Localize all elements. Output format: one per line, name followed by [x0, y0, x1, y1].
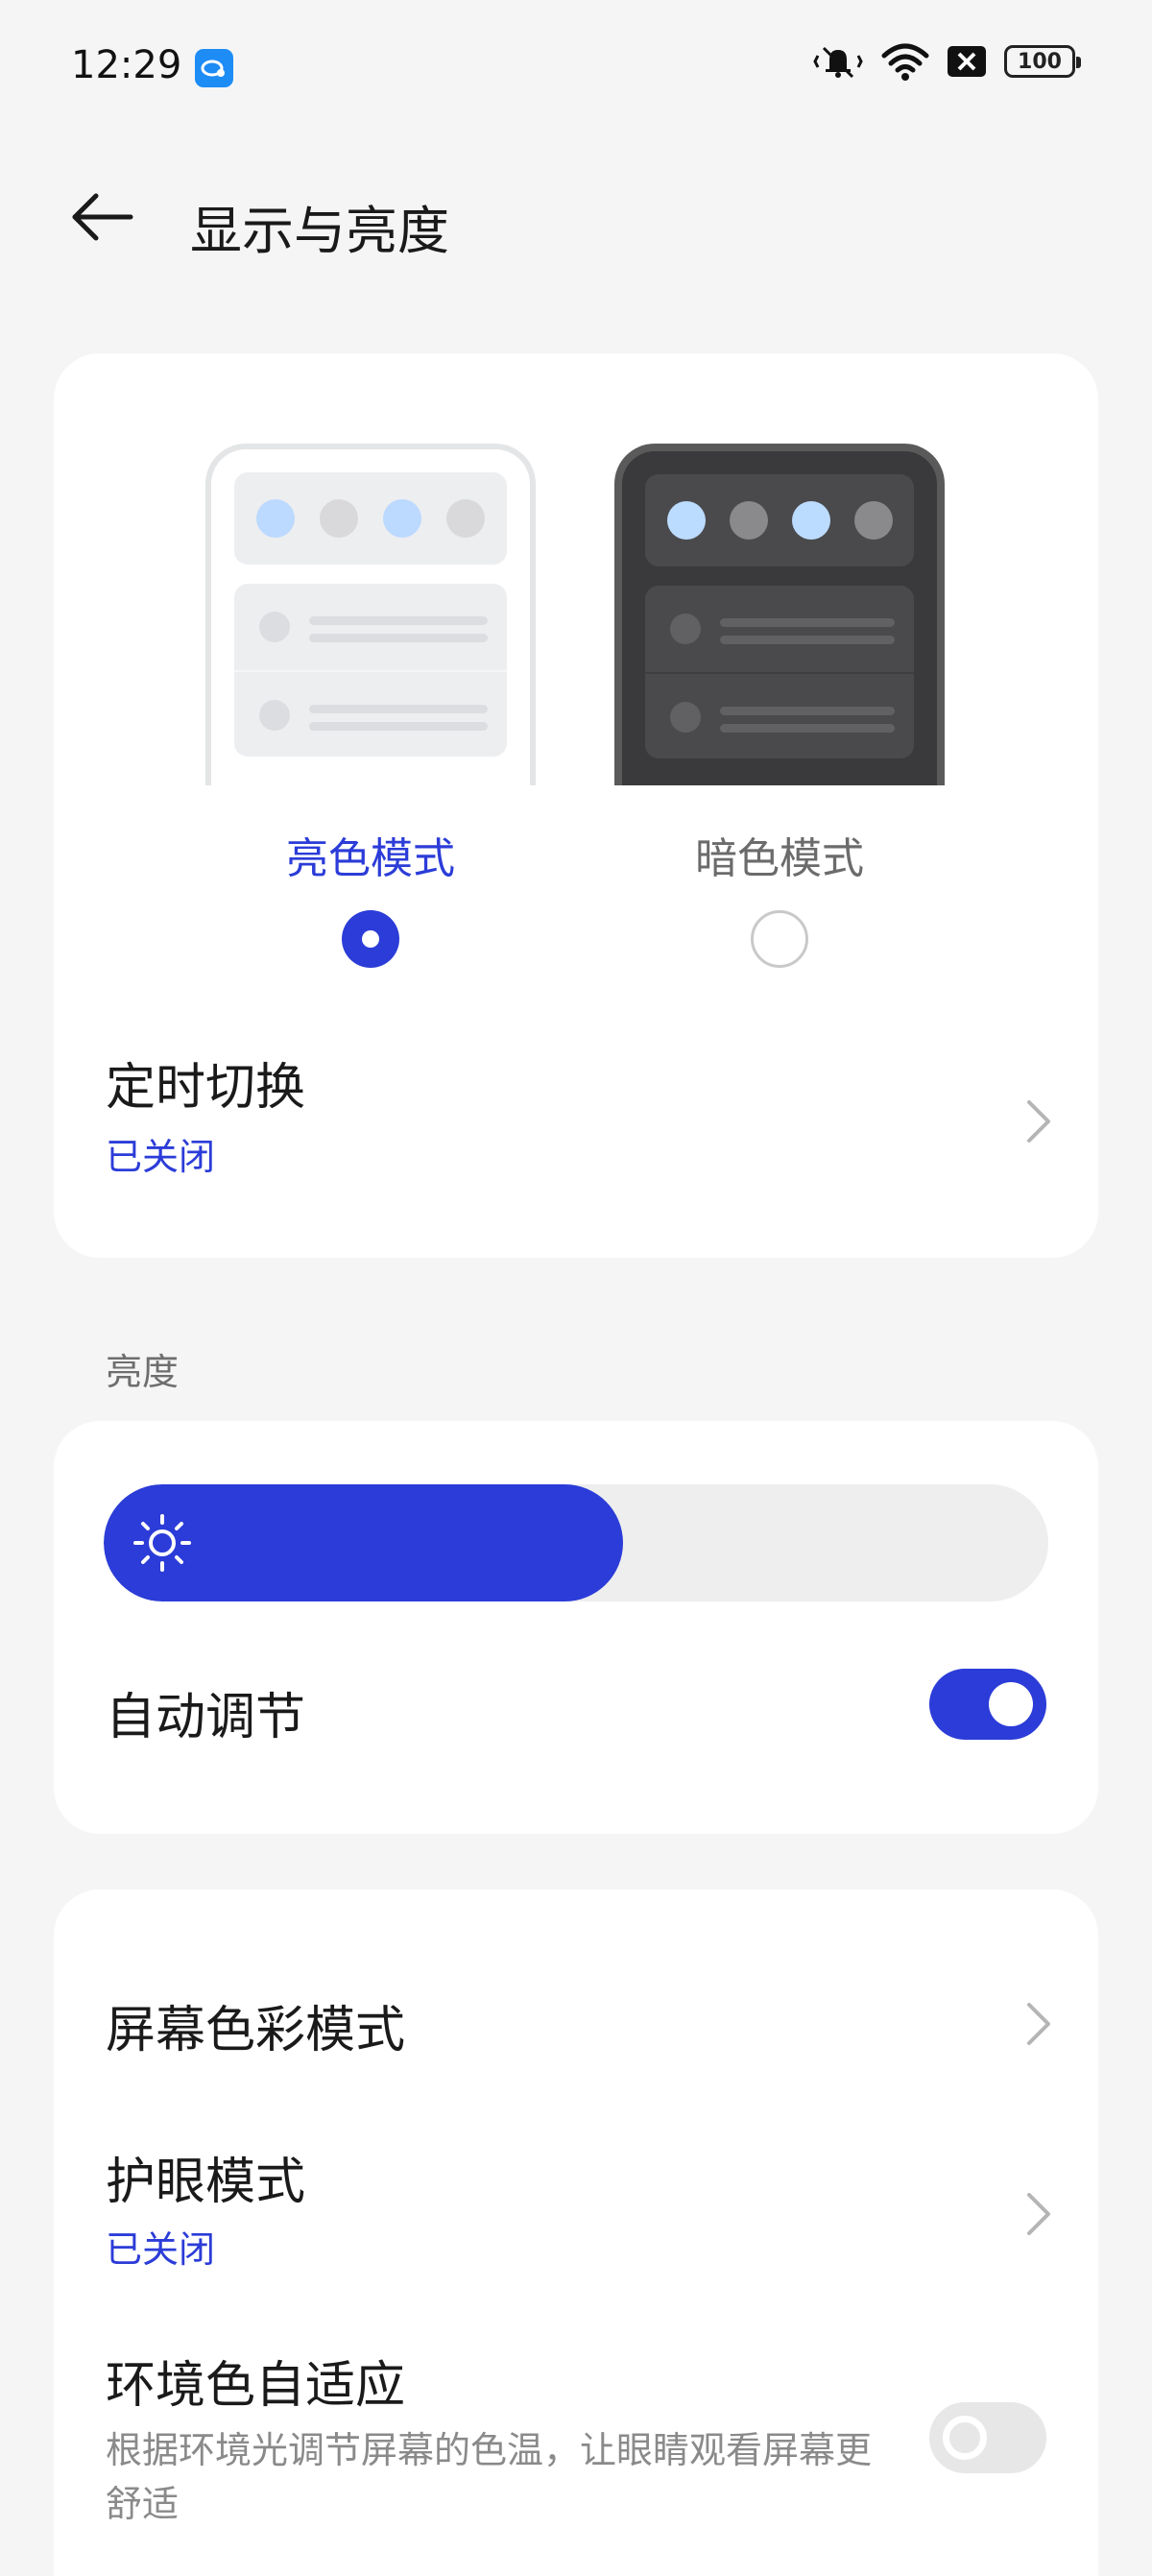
- preview-quick-settings: [645, 474, 914, 566]
- dark-mode-radio[interactable]: [751, 910, 808, 968]
- ambient-adaptive-row: 环境色自适应 根据环境光调节屏幕的色温，让眼睛观看屏幕更舒适: [54, 2322, 1098, 2552]
- brightness-slider[interactable]: [104, 1484, 1048, 1601]
- eye-comfort-status: 已关闭: [106, 2228, 216, 2271]
- preview-list: [645, 586, 914, 758]
- ambient-adaptive-toggle[interactable]: [929, 2402, 1046, 2473]
- preview-list: [234, 584, 507, 757]
- page-title: 显示与亮度: [190, 201, 449, 261]
- theme-card: 亮色模式 暗色模式 定时切换 已关闭: [54, 353, 1098, 1258]
- auto-adjust-toggle[interactable]: [929, 1669, 1046, 1740]
- status-bar: 12:29 100: [0, 0, 1152, 134]
- chevron-right-icon: [1027, 1100, 1050, 1143]
- silent-vibrate-icon: [812, 42, 864, 81]
- color-mode-row[interactable]: 屏幕色彩模式: [54, 1966, 1098, 2082]
- arrow-left-icon: [72, 193, 133, 241]
- app-header: 显示与亮度: [0, 173, 1152, 261]
- app-notification-icon: [195, 49, 233, 87]
- battery-icon: 100: [1004, 45, 1081, 78]
- status-time: 12:29: [71, 43, 182, 87]
- toggle-knob: [989, 1682, 1033, 1726]
- light-mode-preview[interactable]: [205, 444, 536, 785]
- brightness-card: 自动调节: [54, 1421, 1098, 1834]
- sim-error-icon: [947, 44, 987, 79]
- dark-mode-label[interactable]: 暗色模式: [614, 824, 945, 885]
- eye-comfort-title: 护眼模式: [106, 2154, 306, 2211]
- wifi-icon: [881, 42, 929, 81]
- toggle-knob: [943, 2416, 987, 2460]
- display-settings-card: 屏幕色彩模式 护眼模式 已关闭 环境色自适应 根据环境光调节屏幕的色温，让眼睛观…: [54, 1890, 1098, 2576]
- auto-adjust-title: 自动调节: [106, 1689, 306, 1746]
- chevron-right-icon: [1027, 2193, 1050, 2235]
- dark-mode-preview[interactable]: [614, 444, 945, 785]
- color-mode-title: 屏幕色彩模式: [106, 2002, 406, 2059]
- schedule-switch-row[interactable]: 定时切换 已关闭: [54, 1025, 1098, 1217]
- brightness-section-label: 亮度: [106, 1351, 180, 1393]
- schedule-switch-status: 已关闭: [106, 1136, 216, 1178]
- ambient-adaptive-description: 根据环境光调节屏幕的色温，让眼睛观看屏幕更舒适: [106, 2429, 873, 2525]
- light-mode-radio[interactable]: [342, 910, 399, 968]
- auto-adjust-row: 自动调节: [54, 1651, 1098, 1776]
- light-mode-label[interactable]: 亮色模式: [205, 824, 536, 885]
- sun-icon: [133, 1514, 191, 1572]
- eye-comfort-row[interactable]: 护眼模式 已关闭: [54, 2120, 1098, 2293]
- back-button[interactable]: [69, 190, 136, 244]
- ambient-adaptive-title: 环境色自适应: [106, 2357, 406, 2415]
- schedule-switch-title: 定时切换: [106, 1059, 306, 1117]
- chevron-right-icon: [1027, 2003, 1050, 2045]
- preview-quick-settings: [234, 472, 507, 565]
- status-icons: 100: [812, 42, 1081, 81]
